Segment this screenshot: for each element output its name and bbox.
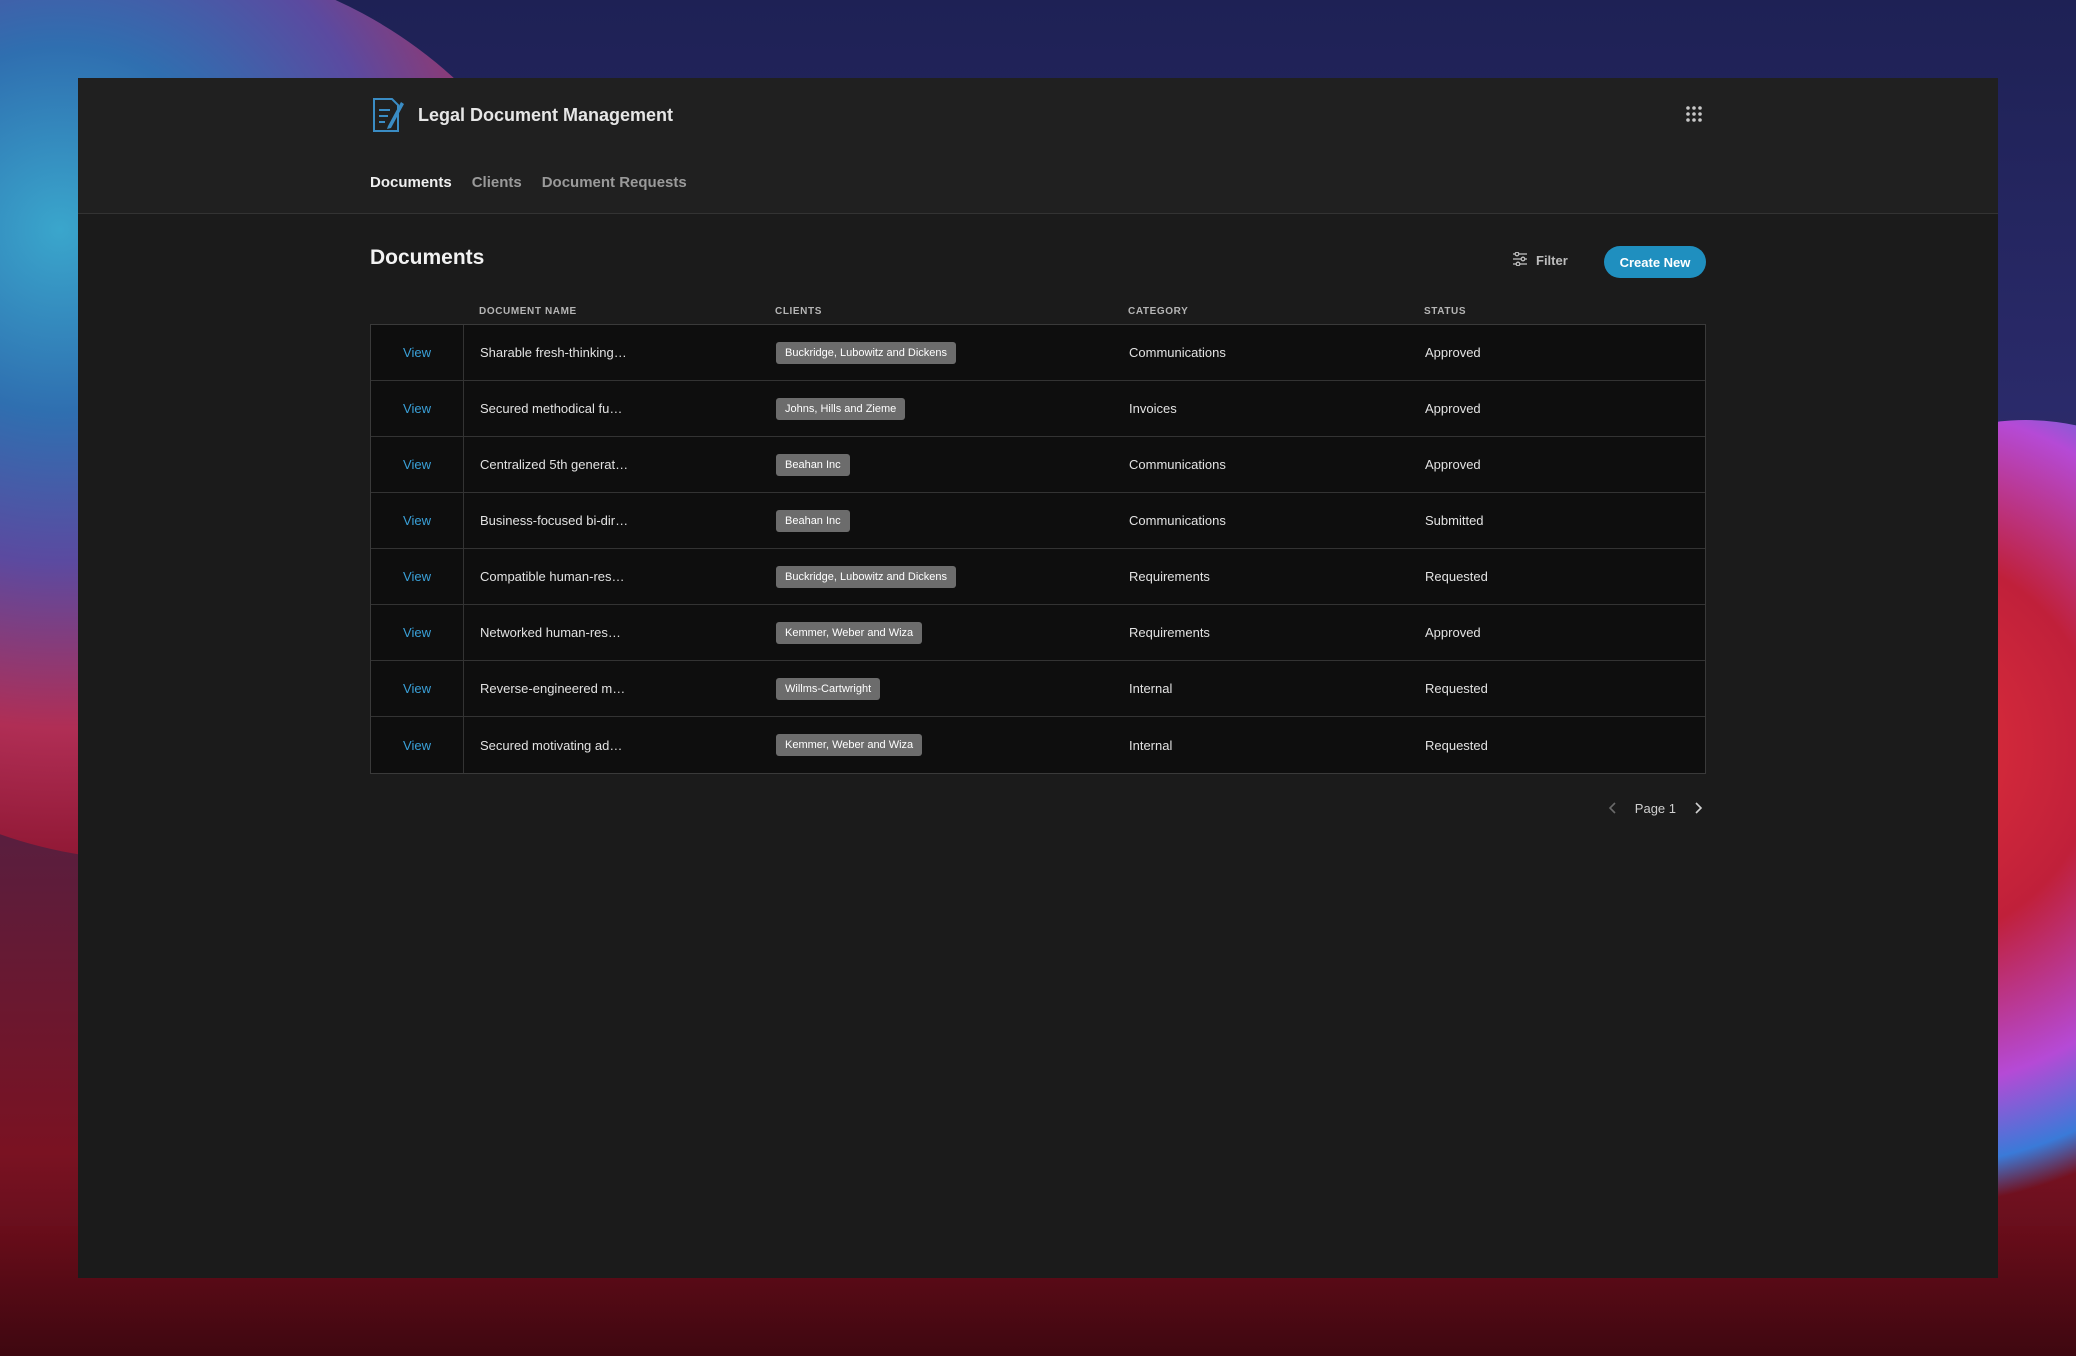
document-status: Approved	[1425, 457, 1481, 472]
filter-label: Filter	[1536, 253, 1568, 268]
document-category: Internal	[1129, 681, 1173, 696]
app-title: Legal Document Management	[418, 104, 674, 125]
document-status: Approved	[1425, 345, 1481, 360]
view-link[interactable]: View	[403, 681, 431, 696]
table-row: View Business-focused bi-dir… Beahan Inc…	[371, 493, 1705, 549]
document-status: Approved	[1425, 625, 1481, 640]
document-name: Reverse-engineered m…	[480, 681, 626, 696]
column-header-status[interactable]: STATUS	[1424, 306, 1466, 317]
document-name: Networked human-res…	[480, 625, 621, 640]
document-status: Requested	[1425, 681, 1488, 696]
page-title: Documents	[370, 246, 485, 269]
document-category: Communications	[1129, 457, 1226, 472]
pagination: Page 1	[1605, 800, 1706, 816]
client-badge: Willms-Cartwright	[776, 677, 881, 700]
chevron-right-icon[interactable]	[1690, 800, 1706, 816]
document-name: Sharable fresh-thinking…	[480, 345, 627, 360]
tab-document-requests[interactable]: Document Requests	[542, 174, 687, 191]
view-link[interactable]: View	[403, 457, 431, 472]
document-status: Approved	[1425, 401, 1481, 416]
client-badge: Johns, Hills and Zieme	[776, 397, 906, 420]
sliders-icon	[1512, 251, 1528, 269]
document-name: Secured motivating ad…	[480, 737, 623, 753]
main-content: Documents Filter Create New DOCUMENT NAM…	[370, 214, 1706, 848]
table-header: DOCUMENT NAME CLIENTS CATEGORY STATUS	[370, 294, 1706, 324]
document-category: Requirements	[1129, 625, 1210, 640]
top-bar: Legal Document Management Documents Clie…	[78, 78, 1998, 214]
document-status: Requested	[1425, 569, 1488, 584]
document-edit-icon	[370, 96, 404, 134]
view-link[interactable]: View	[403, 738, 431, 753]
chevron-left-icon[interactable]	[1605, 800, 1621, 816]
filter-button[interactable]: Filter	[1512, 251, 1568, 269]
document-category: Requirements	[1129, 569, 1210, 584]
document-category: Communications	[1129, 345, 1226, 360]
client-badge: Beahan Inc	[776, 509, 850, 532]
column-header-document-name[interactable]: DOCUMENT NAME	[479, 306, 577, 317]
table-row: View Secured motivating ad… Kemmer, Webe…	[371, 717, 1705, 773]
documents-table: View Sharable fresh-thinking… Buckridge,…	[370, 324, 1706, 774]
view-link[interactable]: View	[403, 345, 431, 360]
document-name: Centralized 5th generat…	[480, 457, 629, 472]
column-header-clients[interactable]: CLIENTS	[775, 306, 822, 317]
table-row: View Networked human-res… Kemmer, Weber …	[371, 605, 1705, 661]
table-row: View Reverse-engineered m… Willms-Cartwr…	[371, 661, 1705, 717]
view-link[interactable]: View	[403, 569, 431, 584]
client-badge: Kemmer, Weber and Wiza	[776, 621, 923, 644]
document-status: Submitted	[1425, 513, 1484, 528]
table-row: View Secured methodical fu… Johns, Hills…	[371, 381, 1705, 437]
table-row: View Sharable fresh-thinking… Buckridge,…	[371, 325, 1705, 381]
column-header-category[interactable]: CATEGORY	[1128, 306, 1188, 317]
view-link[interactable]: View	[403, 513, 431, 528]
view-link[interactable]: View	[403, 401, 431, 416]
client-badge: Beahan Inc	[776, 453, 850, 476]
grid-icon[interactable]	[1684, 104, 1704, 124]
table-row: View Compatible human-res… Buckridge, Lu…	[371, 549, 1705, 605]
page-indicator: Page 1	[1634, 800, 1676, 816]
client-badge: Kemmer, Weber and Wiza	[776, 734, 923, 756]
table-row: View Centralized 5th generat… Beahan Inc…	[371, 437, 1705, 493]
app-window: Legal Document Management Documents Clie…	[78, 78, 1998, 1278]
document-category: Invoices	[1129, 401, 1177, 416]
document-category: Communications	[1129, 513, 1226, 528]
tab-documents[interactable]: Documents	[370, 174, 452, 191]
document-status: Requested	[1425, 737, 1488, 753]
document-category: Internal	[1129, 737, 1173, 753]
view-link[interactable]: View	[403, 625, 431, 640]
page-header: Documents Filter Create New	[370, 214, 1706, 294]
document-name: Business-focused bi-dir…	[480, 513, 629, 528]
client-badge: Buckridge, Lubowitz and Dickens	[776, 565, 957, 588]
client-badge: Buckridge, Lubowitz and Dickens	[776, 341, 957, 364]
create-new-button[interactable]: Create New	[1604, 246, 1706, 278]
brand: Legal Document Management	[370, 96, 673, 134]
document-name: Compatible human-res…	[480, 569, 625, 584]
tab-clients[interactable]: Clients	[472, 174, 522, 191]
nav-tabs: Documents Clients Document Requests	[370, 174, 687, 191]
document-name: Secured methodical fu…	[480, 401, 623, 416]
